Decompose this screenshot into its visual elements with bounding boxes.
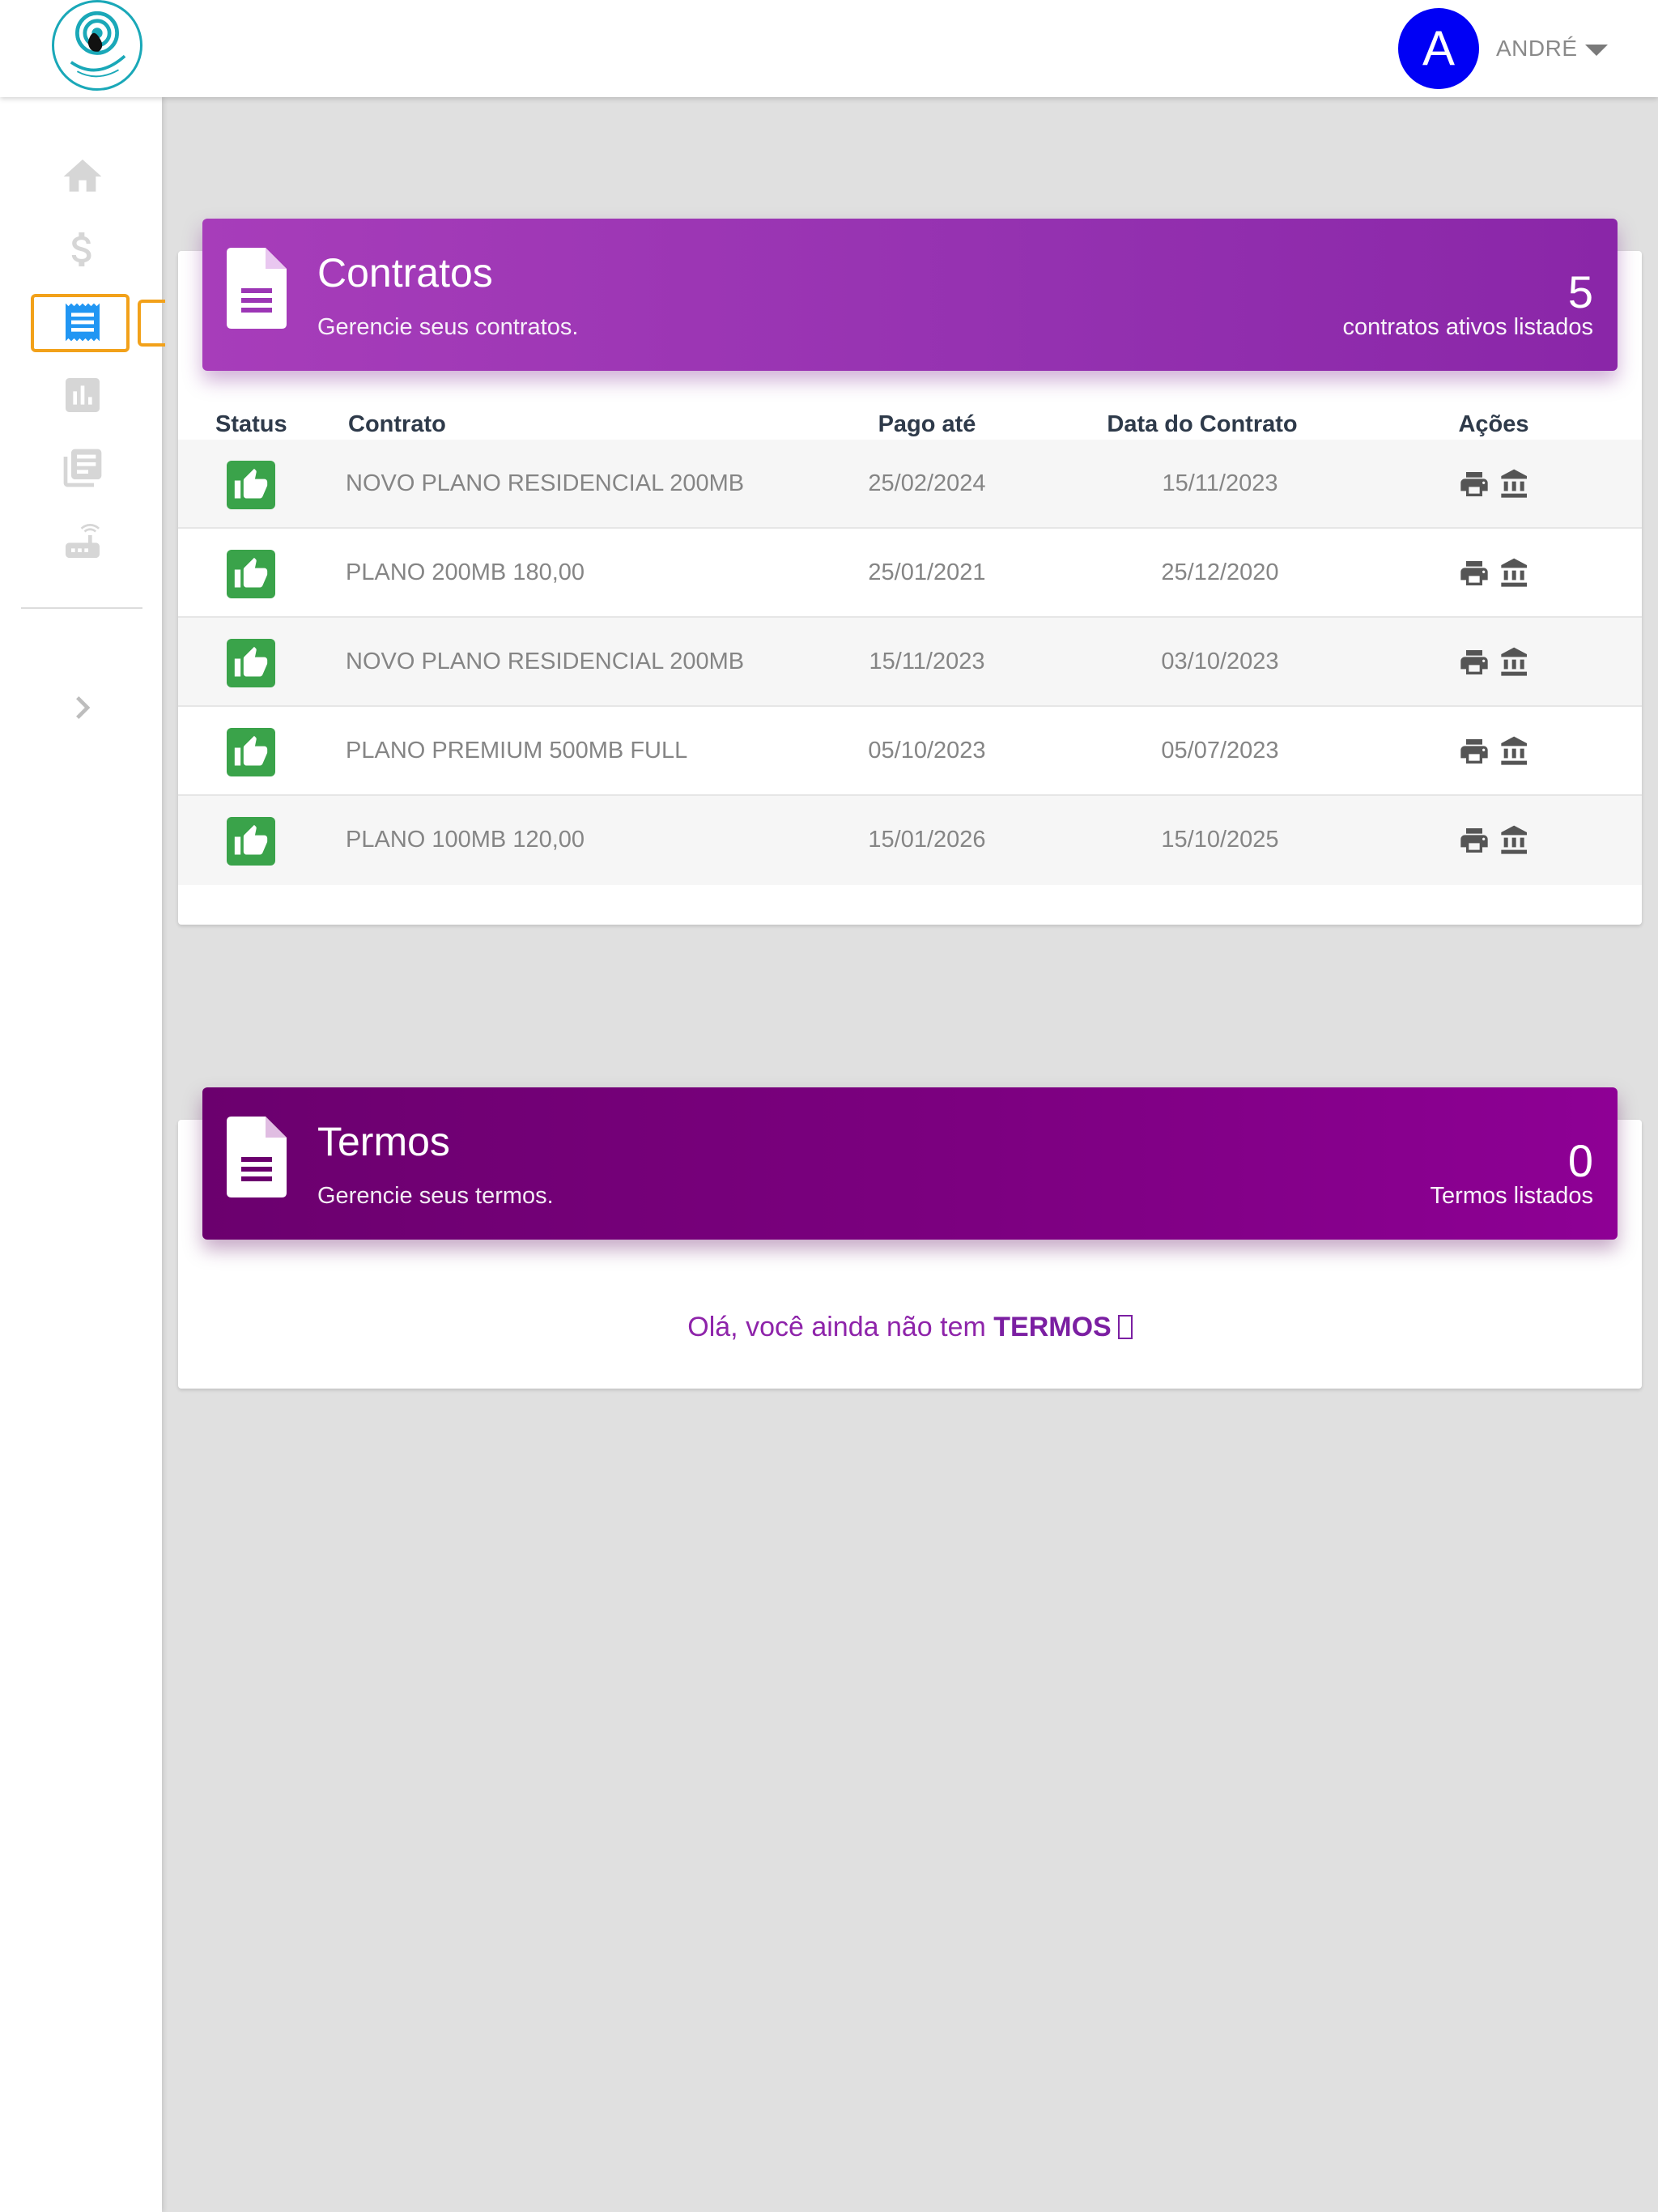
bank-icon[interactable] <box>1498 823 1532 857</box>
user-name[interactable]: ANDRÉ <box>1496 36 1578 62</box>
contract-date: 15/11/2023 <box>1162 470 1278 496</box>
receipt-icon[interactable] <box>57 296 108 348</box>
missing-glyph-icon <box>1117 1315 1133 1339</box>
contract-name: PLANO 200MB 180,00 <box>346 559 585 585</box>
paid-until: 15/01/2026 <box>868 827 986 853</box>
active-nav-tab <box>138 300 165 347</box>
contract-date: 25/12/2020 <box>1161 559 1279 585</box>
empty-message-strong: TERMOS <box>993 1312 1112 1342</box>
print-icon[interactable] <box>1457 734 1491 768</box>
contratos-count: 5 <box>1567 266 1593 317</box>
print-icon[interactable] <box>1457 556 1491 590</box>
user-avatar[interactable]: A <box>1398 8 1479 89</box>
empty-message-text: Olá, você ainda não tem <box>687 1312 986 1342</box>
termos-count-label: Termos listados <box>1430 1183 1593 1209</box>
library-books-icon[interactable] <box>57 442 108 494</box>
contratos-title: Contratos <box>317 250 493 296</box>
thumbs-up-icon <box>227 639 275 687</box>
paid-until: 25/02/2024 <box>868 470 986 496</box>
col-acoes-header: Ações <box>1458 411 1529 437</box>
contratos-subtitle: Gerencie seus contratos. <box>317 314 579 340</box>
termos-header: Termos Gerencie seus termos. 0 Termos li… <box>202 1087 1618 1240</box>
router-icon[interactable] <box>57 515 108 567</box>
document-icon <box>227 1117 287 1197</box>
col-data-header: Data do Contrato <box>1107 411 1298 437</box>
bar-chart-icon[interactable] <box>57 369 108 421</box>
paid-until: 15/11/2023 <box>869 649 985 674</box>
table-row: PLANO 200MB 180,00 25/01/2021 25/12/2020 <box>178 529 1642 618</box>
table-row: NOVO PLANO RESIDENCIAL 200MB 15/11/2023 … <box>178 618 1642 707</box>
thumbs-up-icon <box>227 461 275 509</box>
contract-name: NOVO PLANO RESIDENCIAL 200MB <box>346 470 745 496</box>
table-row: NOVO PLANO RESIDENCIAL 200MB 25/02/2024 … <box>178 440 1642 529</box>
print-icon[interactable] <box>1457 645 1491 679</box>
bank-icon[interactable] <box>1498 556 1532 590</box>
print-icon[interactable] <box>1457 467 1491 501</box>
termos-subtitle: Gerencie seus termos. <box>317 1183 554 1209</box>
thumbs-up-icon <box>227 817 275 866</box>
bank-icon[interactable] <box>1498 734 1532 768</box>
table-row: PLANO PREMIUM 500MB FULL 05/10/2023 05/0… <box>178 707 1642 796</box>
contract-name: PLANO 100MB 120,00 <box>346 827 585 853</box>
termos-title: Termos <box>317 1119 450 1164</box>
facilita-net-logo[interactable] <box>52 0 142 91</box>
caret-down-icon[interactable] <box>1585 45 1608 56</box>
contratos-count-label: contratos ativos listados <box>1342 314 1593 340</box>
logo-graphic <box>70 11 126 78</box>
col-contrato-header: Contrato <box>348 411 446 437</box>
termos-count: 0 <box>1567 1135 1593 1186</box>
contract-name: PLANO PREMIUM 500MB FULL <box>346 738 688 764</box>
termos-empty-message: Olá, você ainda não tem TERMOS <box>178 1312 1642 1343</box>
thumbs-up-icon <box>227 550 275 598</box>
contract-name: NOVO PLANO RESIDENCIAL 200MB <box>346 649 745 674</box>
dollar-icon[interactable] <box>57 223 108 275</box>
contratos-header: Contratos Gerencie seus contratos. 5 con… <box>202 219 1618 371</box>
paid-until: 25/01/2021 <box>868 559 986 585</box>
chevron-right-icon[interactable] <box>57 682 108 734</box>
document-icon <box>227 248 287 329</box>
contract-date: 03/10/2023 <box>1161 649 1279 674</box>
bank-icon[interactable] <box>1498 467 1532 501</box>
table-row: PLANO 100MB 120,00 15/01/2026 15/10/2025 <box>178 796 1642 885</box>
print-icon[interactable] <box>1457 823 1491 857</box>
sidebar <box>0 97 165 2212</box>
col-status-header: Status <box>215 411 287 437</box>
thumbs-up-icon <box>227 728 275 776</box>
contract-date: 05/07/2023 <box>1161 738 1279 764</box>
paid-until: 05/10/2023 <box>868 738 986 764</box>
top-bar: A ANDRÉ <box>0 0 1658 97</box>
sidebar-divider <box>21 607 142 609</box>
col-pago-header: Pago até <box>878 411 976 437</box>
contract-date: 15/10/2025 <box>1161 827 1279 853</box>
home-icon[interactable] <box>57 151 108 202</box>
bank-icon[interactable] <box>1498 645 1532 679</box>
